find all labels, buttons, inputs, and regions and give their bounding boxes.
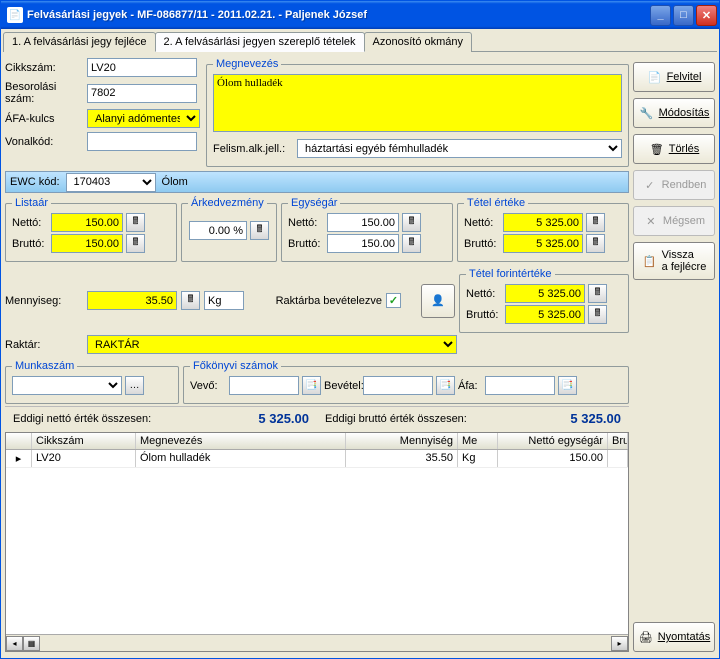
raktar-select[interactable]: RAKTÁR: [87, 335, 457, 354]
torles-button[interactable]: 🗑Törlés: [633, 134, 715, 164]
listaar-group: Listaár Nettó:🖩 Bruttó:🖩: [5, 197, 177, 262]
tetel-brutto-input[interactable]: [503, 234, 583, 253]
total-brutto-value: 5 325.00: [521, 411, 621, 426]
forint-netto-input[interactable]: [505, 284, 585, 303]
total-netto-value: 5 325.00: [209, 411, 309, 426]
horizontal-scrollbar[interactable]: ◂ ▦ ▸: [6, 634, 628, 651]
calc-icon[interactable]: 🖩: [402, 234, 421, 253]
tetel-group: Tétel értéke Nettó:🖩 Bruttó:🖩: [457, 197, 629, 262]
ewc-name: Ólom: [162, 176, 188, 188]
egysegar-group: Egységár Nettó:🖩 Bruttó:🖩: [281, 197, 453, 262]
lookup-icon[interactable]: 📑: [558, 376, 577, 395]
megnevezes-legend: Megnevezés: [213, 58, 281, 70]
calc-icon[interactable]: 🖩: [588, 284, 607, 303]
tab-items[interactable]: 2. A felvásárlási jegyen szereplő tétele…: [155, 32, 365, 52]
egysegar-brutto-input[interactable]: [327, 234, 399, 253]
ewc-select[interactable]: 170403: [66, 173, 156, 192]
ewc-bar: EWC kód: 170403 Ólom: [5, 171, 629, 193]
scroll-grip-icon[interactable]: ▦: [23, 636, 40, 651]
edit-icon: 🔧: [639, 105, 655, 121]
maximize-button[interactable]: □: [673, 5, 694, 26]
browse-icon[interactable]: …: [125, 376, 144, 395]
lookup-icon[interactable]: 📑: [436, 376, 455, 395]
check-icon: ✓: [642, 177, 658, 193]
arkedv-input[interactable]: [189, 221, 247, 240]
megsem-button: ✕Mégsem: [633, 206, 715, 236]
forint-brutto-input[interactable]: [505, 305, 585, 324]
rendben-button: ✓Rendben: [633, 170, 715, 200]
new-icon: 📄: [647, 69, 663, 85]
calc-icon[interactable]: 🖩: [586, 234, 605, 253]
megnevezes-group: Megnevezés Ólom hulladék Felism.alk.jell…: [206, 58, 629, 167]
trash-icon: 🗑: [649, 141, 665, 157]
title-bar: 📄 Felvásárlási jegyek - MF-086877/11 - 2…: [1, 1, 719, 29]
arkedv-group: Árkedvezmény 🖩: [181, 197, 277, 262]
listaar-netto-input[interactable]: [51, 213, 123, 232]
bevetel-input[interactable]: [363, 376, 433, 395]
afa-input[interactable]: [485, 376, 555, 395]
cancel-icon: ✕: [643, 213, 659, 229]
cikkszam-label: Cikkszám:: [5, 62, 83, 74]
calc-icon[interactable]: 🖩: [588, 305, 607, 324]
calc-icon[interactable]: 🖩: [402, 213, 421, 232]
tab-id[interactable]: Azonosító okmány: [364, 32, 473, 52]
unit-input[interactable]: [204, 291, 244, 310]
lookup-icon[interactable]: 📑: [302, 376, 321, 395]
close-button[interactable]: ✕: [696, 5, 717, 26]
felvitel-button[interactable]: 📄Felvitel: [633, 62, 715, 92]
scroll-right-icon[interactable]: ▸: [611, 636, 628, 651]
table-row[interactable]: ▸ LV20 Ólom hulladék 35.50 Kg 150.00: [6, 450, 628, 468]
munkaszam-select[interactable]: [12, 376, 122, 395]
items-grid: Cikkszám Megnevezés Mennyiség Me Nettó e…: [5, 432, 629, 652]
calc-icon[interactable]: 🖩: [126, 213, 145, 232]
afa-select[interactable]: Alanyi adómentes: [87, 109, 200, 128]
row-indicator-icon: ▸: [6, 450, 32, 467]
back-icon: 📋: [642, 253, 658, 269]
print-icon: 🖨: [638, 629, 654, 645]
munkaszam-group: Munkaszám …: [5, 360, 179, 404]
calc-icon[interactable]: 🖩: [126, 234, 145, 253]
scroll-left-icon[interactable]: ◂: [6, 636, 23, 651]
megnevezes-textarea[interactable]: Ólom hulladék: [213, 74, 622, 132]
mennyiseg-input[interactable]: [87, 291, 177, 310]
besorolasi-input[interactable]: [87, 84, 197, 103]
minimize-button[interactable]: _: [650, 5, 671, 26]
calc-icon[interactable]: 🖩: [181, 291, 200, 310]
calc-icon[interactable]: 🖩: [250, 221, 269, 240]
tab-header[interactable]: 1. A felvásárlási jegy fejléce: [3, 32, 156, 52]
ewc-label: EWC kód:: [10, 176, 60, 188]
vonalkod-input[interactable]: [87, 132, 197, 151]
grid-header: Cikkszám Megnevezés Mennyiség Me Nettó e…: [6, 433, 628, 450]
fokonyvi-group: Főkönyvi számok Vevő:📑 Bevétel:📑 Áfa:📑: [183, 360, 629, 404]
besorolasi-label: Besorolási szám:: [5, 81, 83, 105]
egysegar-netto-input[interactable]: [327, 213, 399, 232]
listaar-brutto-input[interactable]: [51, 234, 123, 253]
cikkszam-input[interactable]: [87, 58, 197, 77]
vissza-button[interactable]: 📋Visszaa fejlécre: [633, 242, 715, 280]
window-title: Felvásárlási jegyek - MF-086877/11 - 201…: [27, 9, 650, 21]
forint-group: Tétel forintértéke Nettó:🖩 Bruttó:🖩: [459, 268, 629, 333]
felism-label: Felism.alk.jell.:: [213, 143, 293, 155]
calc-icon[interactable]: 🖩: [586, 213, 605, 232]
app-icon: 📄: [7, 7, 23, 23]
tetel-netto-input[interactable]: [503, 213, 583, 232]
raktarba-checkbox[interactable]: ✓: [386, 293, 401, 308]
vevo-input[interactable]: [229, 376, 299, 395]
nyomtatas-button[interactable]: 🖨Nyomtatás: [633, 622, 715, 652]
tab-bar: 1. A felvásárlási jegy fejléce 2. A felv…: [3, 31, 717, 52]
felism-select[interactable]: háztartási egyéb fémhulladék: [297, 139, 622, 158]
main-window: 📄 Felvásárlási jegyek - MF-086877/11 - 2…: [0, 0, 720, 659]
afa-label: ÁFA-kulcs: [5, 113, 83, 125]
vonalkod-label: Vonalkód:: [5, 136, 83, 148]
modositas-button[interactable]: 🔧Módosítás: [633, 98, 715, 128]
user-icon-button[interactable]: 👤: [421, 284, 455, 318]
